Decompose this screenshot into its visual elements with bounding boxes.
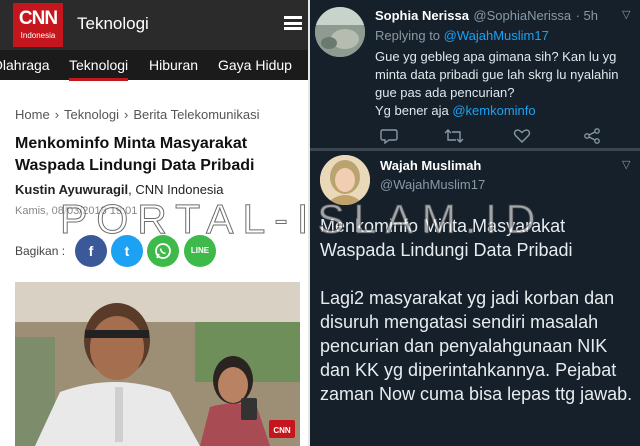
user-handle[interactable]: @WajahMuslim17 (380, 177, 485, 192)
avatar-image (315, 7, 365, 57)
publisher-name: , CNN Indonesia (128, 182, 224, 197)
breadcrumb-home[interactable]: Home (15, 107, 50, 122)
whatsapp-share-button[interactable] (147, 235, 179, 267)
whatsapp-icon (155, 243, 171, 259)
tweet-paragraph-2: Lagi2 masyarakat yg jadi korban dan disu… (320, 288, 633, 404)
tweet-text-tail: Yg bener aja (375, 103, 453, 118)
tweet-time: · 5h (575, 8, 598, 23)
nav-item-teknologi[interactable]: Teknologi (69, 57, 129, 81)
tweet-text-main: Gue yg gebleg apa gimana sih? Kan lu yg … (375, 49, 619, 100)
tweet-text: Gue yg gebleg apa gimana sih? Kan lu yg … (375, 48, 633, 120)
reply-context: Replying to @WajahMuslim17 (375, 28, 549, 43)
chevron-down-icon[interactable]: ▽ (622, 8, 630, 21)
mention-link[interactable]: @kemkominfo (452, 103, 535, 118)
breadcrumb-separator: › (54, 107, 60, 122)
cnn-article-panel: CNN Indonesia Teknologi Olahraga Teknolo… (0, 0, 308, 446)
article-byline: Kustin Ayuwuragil, CNN Indonesia (15, 182, 224, 197)
share-label: Bagikan : (15, 244, 66, 258)
avatar[interactable] (315, 7, 365, 57)
share-icon[interactable] (583, 128, 601, 147)
cnn-logo-text: CNN (18, 8, 58, 29)
photo-badge: CNN (273, 426, 291, 435)
like-heart-icon[interactable] (513, 128, 531, 147)
reply-to-mention[interactable]: @WajahMuslim17 (444, 28, 549, 43)
facebook-share-button[interactable]: f (75, 235, 107, 267)
category-nav: Olahraga Teknologi Hiburan Gaya Hidup (0, 50, 308, 81)
cnn-logo-subtext: Indonesia (20, 31, 56, 40)
line-share-button[interactable]: LINE (184, 235, 216, 267)
chevron-down-icon[interactable]: ▽ (622, 158, 630, 171)
cnn-header: CNN Indonesia Teknologi (0, 0, 308, 50)
nav-item-olahraga[interactable]: Olahraga (0, 57, 50, 73)
retweet-icon[interactable] (444, 128, 464, 147)
article-date: Kamis, 08/03/2018 19:01 (15, 205, 138, 217)
article-headline: Menkominfo Minta Masyarakat Waspada Lind… (15, 135, 255, 174)
author-name[interactable]: Kustin Ayuwuragil (15, 182, 128, 197)
display-name[interactable]: Wajah Muslimah (380, 158, 481, 173)
avatar[interactable] (320, 155, 370, 205)
tweet-header: Sophia Nerissa @SophiaNerissa · 5h (375, 7, 598, 25)
tweet-text: Menkominfo Minta Masyarakat Waspada Lind… (320, 214, 635, 430)
breadcrumb-telekomunikasi[interactable]: Berita Telekomunikasi (133, 107, 259, 122)
user-handle[interactable]: @SophiaNerissa (473, 8, 571, 23)
reply-prefix: Replying to (375, 28, 444, 43)
tweet-reply[interactable]: Sophia Nerissa @SophiaNerissa · 5h ▽ Rep… (310, 0, 640, 148)
display-name[interactable]: Sophia Nerissa (375, 8, 469, 23)
breadcrumb-separator: › (123, 107, 129, 122)
nav-item-hiburan[interactable]: Hiburan (149, 57, 198, 73)
tweet-actions (380, 128, 630, 146)
section-title: Teknologi (77, 14, 149, 33)
avatar-image (320, 155, 370, 205)
cnn-logo[interactable]: CNN Indonesia (13, 3, 63, 47)
nav-item-gaya-hidup[interactable]: Gaya Hidup (218, 57, 292, 73)
twitter-share-button[interactable]: t (111, 235, 143, 267)
tweet-divider (310, 148, 640, 151)
reply-icon[interactable] (380, 128, 398, 147)
hamburger-menu-icon[interactable] (284, 16, 302, 30)
article-photo: CNN (15, 282, 300, 446)
breadcrumb: Home › Teknologi › Berita Telekomunikasi (15, 107, 260, 122)
tweet-paragraph-1: Menkominfo Minta Masyarakat Waspada Lind… (320, 216, 573, 260)
breadcrumb-teknologi[interactable]: Teknologi (64, 107, 119, 122)
article-photo-illustration: CNN (15, 282, 300, 446)
